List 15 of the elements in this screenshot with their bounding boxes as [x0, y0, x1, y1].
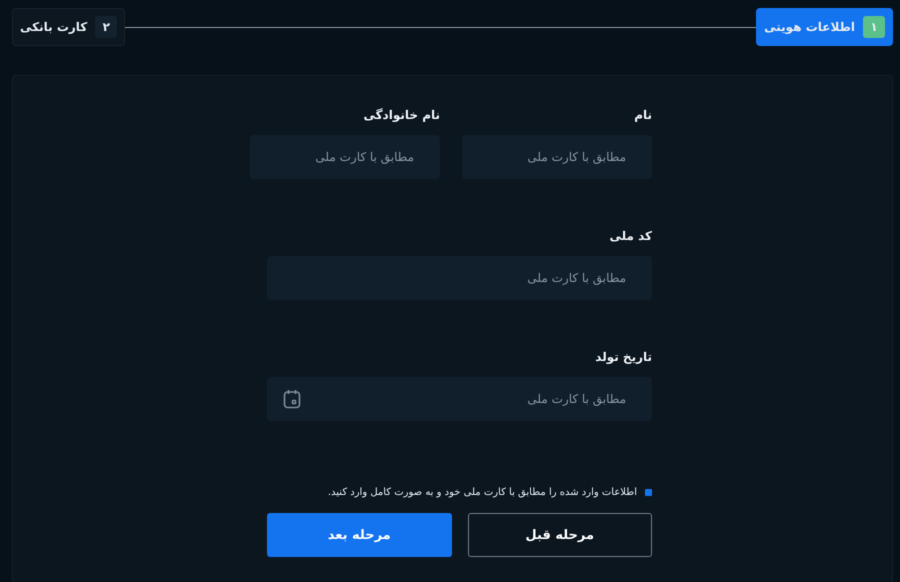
step-tab[interactable]: ۱ اطلاعات هویتی — [756, 8, 893, 46]
date-field[interactable]: مطابق با کارت ملی — [267, 377, 652, 421]
calendar-icon[interactable] — [283, 389, 301, 409]
bullet-icon — [645, 489, 652, 496]
field-label: نام — [633, 108, 652, 122]
next-button[interactable]: مرحله بعد — [267, 513, 452, 557]
note-text: اطلاعات وارد شده را مطابق با کارت ملی خود و به صورت کامل وارد کنید. — [328, 487, 637, 498]
input-field[interactable]: مطابق با کارت ملی — [267, 256, 652, 300]
field-label: نام خانوادگی — [362, 108, 440, 122]
field-label: کد ملی — [608, 229, 652, 243]
input-field[interactable]: مطابق با کارت ملی — [462, 135, 652, 179]
step-tab[interactable]: ۲ کارت بانکی — [12, 8, 126, 46]
field-label: تاریخ تولد — [594, 350, 652, 364]
back-button[interactable]: مرحله قبل — [468, 513, 652, 557]
input-field[interactable]: مطابق با کارت ملی — [250, 135, 440, 179]
